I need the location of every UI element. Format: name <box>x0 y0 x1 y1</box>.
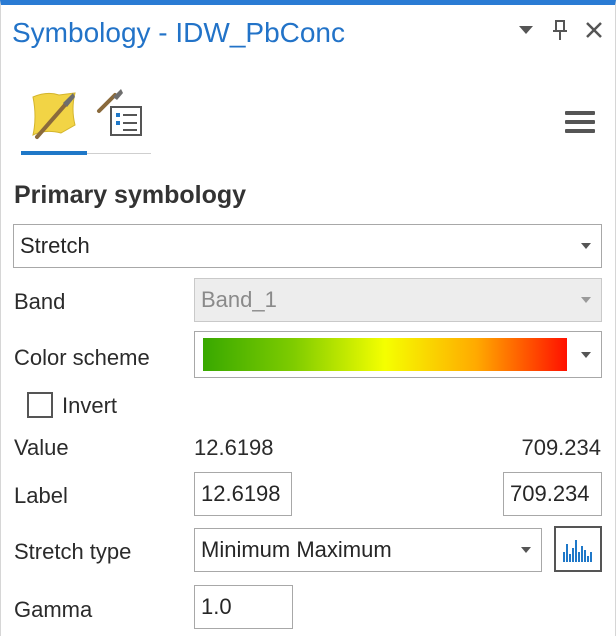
band-dropdown: Band_1 <box>194 278 602 322</box>
invert-label: Invert <box>62 393 118 418</box>
color-scheme-label: Color scheme <box>14 345 150 370</box>
active-tab-indicator <box>21 151 87 155</box>
gamma-value: 1.0 <box>201 594 232 619</box>
pane-controls <box>515 19 605 41</box>
chevron-down-icon <box>581 297 591 303</box>
renderer-value: Stretch <box>20 233 90 258</box>
gamma-input[interactable]: 1.0 <box>194 585 293 629</box>
tab-divider <box>87 153 151 154</box>
value-label: Value <box>14 435 69 460</box>
color-ramp-swatch <box>203 338 567 371</box>
options-icon[interactable] <box>515 19 537 41</box>
symbology-tabs <box>21 87 151 159</box>
label-min-input[interactable]: 12.6198 <box>194 472 292 516</box>
renderer-dropdown[interactable]: Stretch <box>13 224 602 268</box>
histogram-button[interactable] <box>554 526 602 572</box>
chevron-down-icon <box>521 547 531 553</box>
close-icon[interactable] <box>583 19 605 41</box>
value-max: 709.234 <box>521 435 601 460</box>
label-max-input[interactable]: 709.234 <box>503 472 602 516</box>
band-value: Band_1 <box>201 287 277 312</box>
vary-symbology-tab[interactable] <box>93 87 149 141</box>
symbology-pane: Symbology - IDW_PbConc Primary symbology… <box>0 0 616 636</box>
band-label: Band <box>14 289 66 314</box>
symbol-list-icon <box>97 89 142 136</box>
stretch-type-dropdown[interactable]: Minimum Maximum <box>194 528 542 572</box>
histogram-icon <box>563 540 592 562</box>
stretch-type-value: Minimum Maximum <box>201 537 392 562</box>
chevron-down-icon <box>581 243 591 249</box>
label-label: Label <box>14 483 68 508</box>
paintbrush-icon <box>32 92 76 139</box>
gamma-label: Gamma <box>14 597 93 622</box>
stretch-type-label: Stretch type <box>14 539 132 564</box>
primary-symbology-tab[interactable] <box>25 87 81 141</box>
chevron-down-icon <box>581 351 591 358</box>
pin-icon[interactable] <box>549 19 571 41</box>
invert-checkbox[interactable] <box>27 392 53 418</box>
pane-title: Symbology - IDW_PbConc <box>12 17 346 48</box>
label-max-value: 709.234 <box>510 481 590 506</box>
label-min-value: 12.6198 <box>201 481 281 506</box>
hamburger-menu-icon[interactable] <box>565 111 595 135</box>
section-title: Primary symbology <box>14 181 247 209</box>
value-min: 12.6198 <box>194 435 274 460</box>
